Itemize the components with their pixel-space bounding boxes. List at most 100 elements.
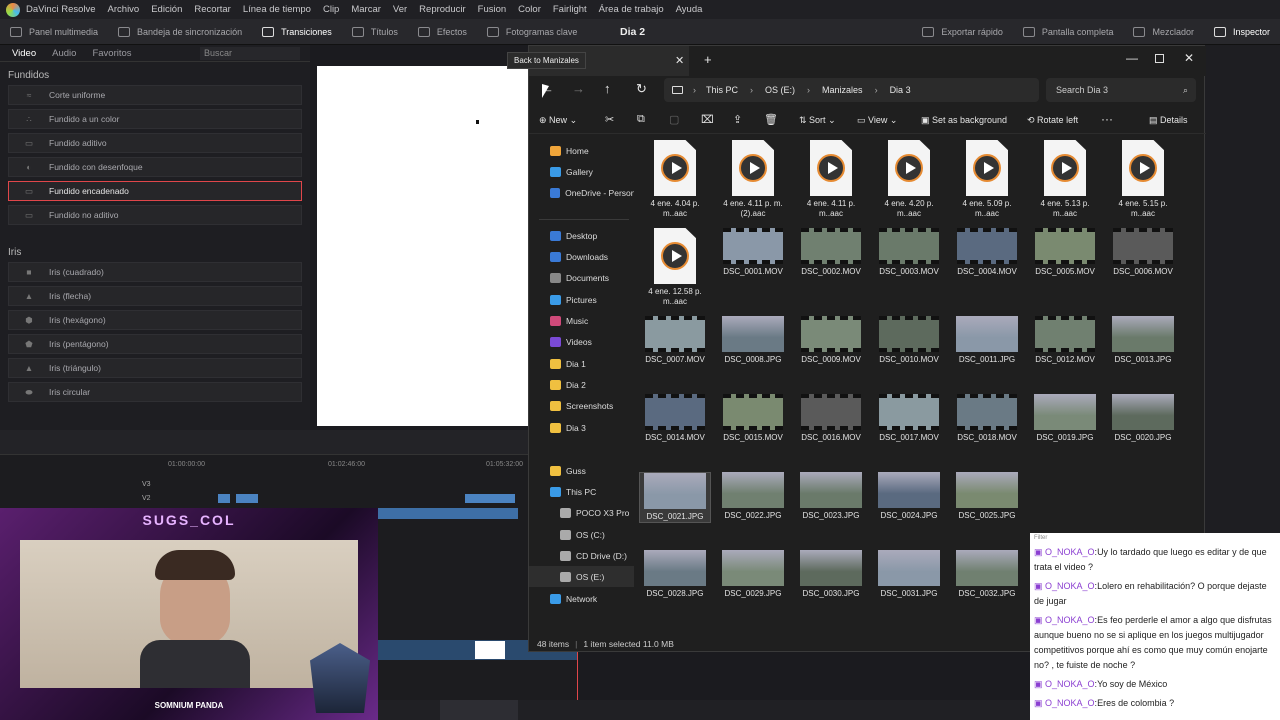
nav-item[interactable]: Videos <box>529 331 634 352</box>
effect-item[interactable]: ≈ Corte uniforme <box>8 85 302 105</box>
file-item[interactable]: DSC_0021.JPG <box>639 472 711 523</box>
close-tab-icon[interactable]: ✕ <box>675 54 684 67</box>
menu-item[interactable]: Archivo <box>108 4 140 15</box>
file-item[interactable]: DSC_0012.MOV <box>1029 316 1101 365</box>
tab-audio[interactable]: Audio <box>52 48 76 59</box>
up-icon[interactable]: ↑ <box>604 81 611 96</box>
file-item[interactable]: DSC_0018.MOV <box>951 394 1023 443</box>
nav-item[interactable]: Dia 2 <box>529 374 634 395</box>
file-item[interactable]: DSC_0022.JPG <box>717 472 789 521</box>
details-button[interactable]: ▤ Details <box>1149 115 1188 126</box>
refresh-icon[interactable]: ↻ <box>636 81 647 97</box>
menu-item[interactable]: Clip <box>323 4 339 15</box>
menu-item[interactable]: Ayuda <box>676 4 703 15</box>
clip[interactable] <box>378 508 518 519</box>
close-window-icon[interactable]: ✕ <box>1184 51 1194 65</box>
file-item[interactable]: DSC_0015.MOV <box>717 394 789 443</box>
file-item[interactable]: 4 ene. 4.20 p. m..aac <box>873 140 945 219</box>
view-button[interactable]: ▭ View ⌄ <box>857 115 897 126</box>
keyframes-button[interactable]: Fotogramas clave <box>477 19 588 45</box>
nav-item[interactable]: This PC <box>529 481 634 502</box>
menu-item[interactable]: Color <box>518 4 541 15</box>
effect-item[interactable]: ▭ Fundido aditivo <box>8 133 302 153</box>
crumb-dia-3[interactable]: Dia 3 <box>890 85 911 95</box>
nav-item[interactable]: POCO X3 Pro <box>529 502 634 523</box>
nav-item[interactable]: Pictures <box>529 289 634 310</box>
file-item[interactable]: DSC_0005.MOV <box>1029 228 1101 277</box>
file-item[interactable]: DSC_0016.MOV <box>795 394 867 443</box>
menu-item[interactable]: Ver <box>393 4 407 15</box>
share-icon[interactable]: ⇪ <box>733 113 742 126</box>
nav-item[interactable]: OneDrive - Persona <box>529 182 634 203</box>
menu-item[interactable]: Fusion <box>478 4 507 15</box>
effect-item[interactable]: ◐ Fundido con desenfoque <box>8 157 302 177</box>
media-pool-button[interactable]: Panel multimedia <box>0 19 108 45</box>
file-item[interactable]: 4 ene. 4.04 p. m..aac <box>639 140 711 219</box>
nav-item[interactable]: Gallery <box>529 161 634 182</box>
minimize-icon[interactable]: — <box>1126 51 1138 65</box>
address-bar[interactable]: › This PC › OS (E:) › Manizales › Dia 3 <box>664 78 1039 102</box>
effect-item[interactable]: ▲ Iris (flecha) <box>8 286 302 306</box>
file-item[interactable]: DSC_0017.MOV <box>873 394 945 443</box>
nav-item[interactable]: Network <box>529 588 634 609</box>
file-item[interactable]: DSC_0013.JPG <box>1107 316 1179 365</box>
file-item[interactable]: DSC_0028.JPG <box>639 550 711 599</box>
new-button[interactable]: ⊕ New ⌄ <box>539 115 577 126</box>
menu-item[interactable]: Recortar <box>194 4 230 15</box>
quick-export-button[interactable]: Exportar rápido <box>912 19 1013 45</box>
effect-item[interactable]: ▭ Fundido no aditivo <box>8 205 302 225</box>
file-item[interactable]: DSC_0010.MOV <box>873 316 945 365</box>
fullscreen-button[interactable]: Pantalla completa <box>1013 19 1124 45</box>
paste-icon[interactable]: ▢ <box>669 113 679 126</box>
section-fades[interactable]: Fundidos <box>0 62 310 85</box>
file-item[interactable]: DSC_0009.MOV <box>795 316 867 365</box>
nav-item[interactable]: Home <box>529 140 634 161</box>
file-item[interactable]: DSC_0006.MOV <box>1107 228 1179 277</box>
effect-item[interactable]: ▲ Iris (triángulo) <box>8 358 302 378</box>
new-tab-icon[interactable]: + <box>704 52 712 67</box>
forward-icon[interactable]: → <box>572 81 585 96</box>
file-item[interactable]: 4 ene. 12.58 p. m..aac <box>639 228 711 307</box>
menu-item[interactable]: Línea de tiempo <box>243 4 311 15</box>
rotate-left-button[interactable]: ⟲ Rotate left <box>1027 115 1078 126</box>
crumb-os-e[interactable]: OS (E:) <box>765 85 795 95</box>
mixer-button[interactable]: Mezclador <box>1123 19 1204 45</box>
tab-favorites[interactable]: Favoritos <box>92 48 131 59</box>
nav-item[interactable]: Documents <box>529 267 634 288</box>
effect-item[interactable]: ■ Iris (cuadrado) <box>8 262 302 282</box>
file-item[interactable]: DSC_0031.JPG <box>873 550 945 599</box>
copy-icon[interactable]: ⧉ <box>637 113 645 126</box>
file-item[interactable]: DSC_0023.JPG <box>795 472 867 521</box>
menu-item[interactable]: Área de trabajo <box>599 4 664 15</box>
effect-item[interactable]: ⬟ Iris (pentágono) <box>8 334 302 354</box>
nav-item[interactable]: Guss <box>529 460 634 481</box>
viewer[interactable] <box>317 66 532 426</box>
rename-icon[interactable]: ⌧ <box>701 113 714 126</box>
nav-item[interactable]: CD Drive (D:) <box>529 545 634 566</box>
clip[interactable] <box>218 494 230 503</box>
nav-item[interactable]: OS (E:) <box>529 566 634 588</box>
nav-item[interactable]: Desktop <box>529 225 634 246</box>
sync-bin-button[interactable]: Bandeja de sincronización <box>108 19 252 45</box>
file-item[interactable]: 4 ene. 5.09 p. m..aac <box>951 140 1023 219</box>
sort-button[interactable]: ⇅ Sort ⌄ <box>799 115 836 126</box>
nav-item[interactable]: OS (C:) <box>529 524 634 545</box>
search-box[interactable]: Search Dia 3 ⌕ <box>1046 78 1196 102</box>
file-item[interactable]: DSC_0004.MOV <box>951 228 1023 277</box>
file-item[interactable]: 4 ene. 5.13 p. m..aac <box>1029 140 1101 219</box>
effect-item[interactable]: ∴ Fundido a un color <box>8 109 302 129</box>
menu-item[interactable]: Reproducir <box>419 4 465 15</box>
menu-item[interactable]: Edición <box>151 4 182 15</box>
nav-item[interactable]: Downloads <box>529 246 634 267</box>
delete-icon[interactable]: 🗑 <box>764 113 778 126</box>
clip[interactable] <box>465 494 515 503</box>
menu-item[interactable]: Fairlight <box>553 4 587 15</box>
transitions-button[interactable]: Transiciones <box>252 19 342 45</box>
file-item[interactable]: 4 ene. 5.15 p. m..aac <box>1107 140 1179 219</box>
titles-button[interactable]: Títulos <box>342 19 408 45</box>
nav-item[interactable]: Dia 1 <box>529 353 634 374</box>
file-item[interactable]: DSC_0002.MOV <box>795 228 867 277</box>
file-item[interactable]: DSC_0029.JPG <box>717 550 789 599</box>
menu-item[interactable]: Marcar <box>351 4 381 15</box>
crumb-manizales[interactable]: Manizales <box>822 85 863 95</box>
